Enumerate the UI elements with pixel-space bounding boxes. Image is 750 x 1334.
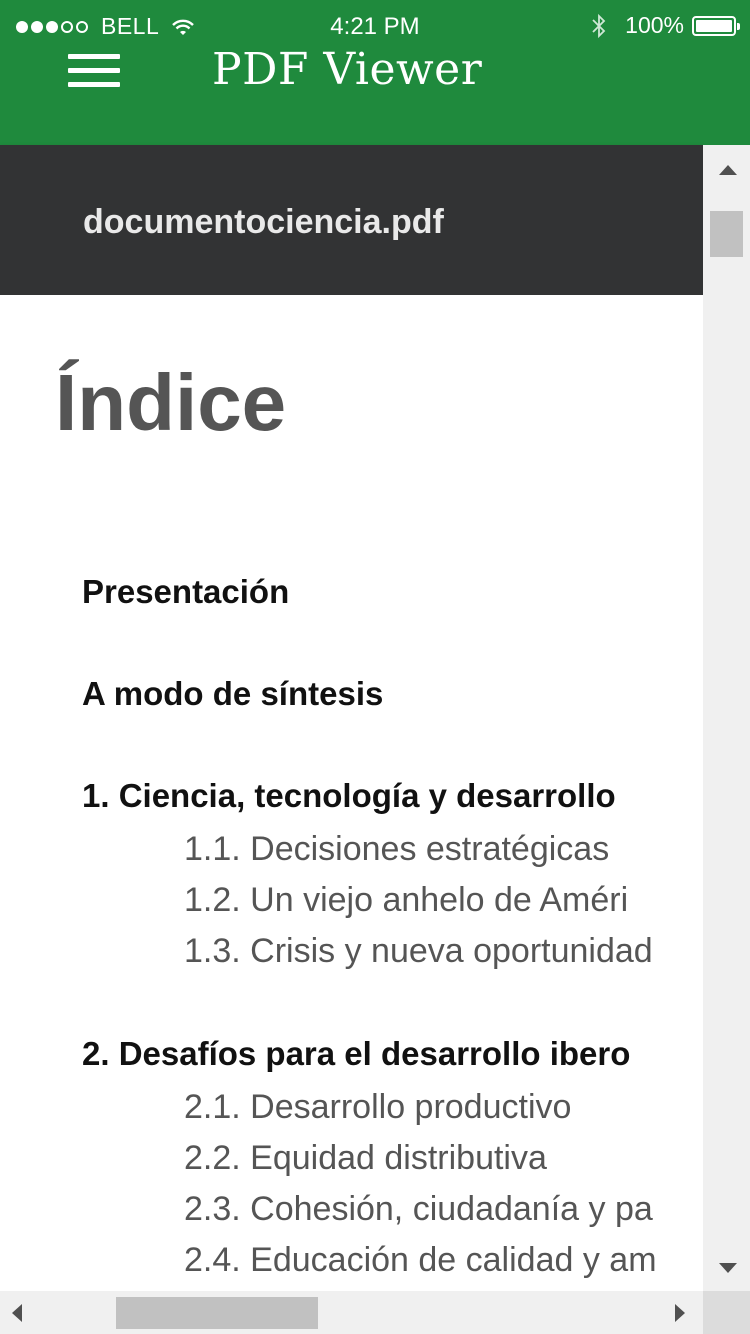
document-header: documentociencia.pdf xyxy=(0,145,703,295)
battery-percent: 100% xyxy=(625,12,684,38)
scroll-left-icon[interactable] xyxy=(12,1304,22,1322)
scrollbar-corner xyxy=(703,1291,750,1334)
menu-icon[interactable] xyxy=(68,54,120,88)
vertical-scroll-thumb[interactable] xyxy=(710,211,743,257)
toc-entry[interactable]: A modo de síntesis xyxy=(82,675,383,713)
page-heading: Índice xyxy=(55,358,287,447)
battery-icon xyxy=(692,15,740,36)
scroll-down-icon[interactable] xyxy=(719,1263,737,1273)
app-bar: BELL 4:21 PM 100% PDF Viewer xyxy=(0,0,750,145)
status-right: 100% xyxy=(591,12,740,39)
toc-subentry[interactable]: 2.3. Cohesión, ciudadanía y pa xyxy=(184,1190,653,1229)
toc-subentry[interactable]: 1.1. Decisiones estratégicas xyxy=(184,830,609,869)
toc-subentry[interactable]: 2.1. Desarrollo productivo xyxy=(184,1088,571,1127)
toc-entry[interactable]: 2. Desafíos para el desarrollo ibero xyxy=(82,1035,630,1073)
bluetooth-icon xyxy=(592,13,606,38)
toc-subentry[interactable]: 1.3. Crisis y nueva oportunidad xyxy=(184,932,653,971)
vertical-scrollbar[interactable] xyxy=(703,145,750,1291)
pdf-page[interactable]: Índice Presentación A modo de síntesis 1… xyxy=(0,295,703,1291)
toc-entry[interactable]: Presentación xyxy=(82,573,289,611)
toc-entry[interactable]: 1. Ciencia, tecnología y desarrollo xyxy=(82,777,616,815)
app-title: PDF Viewer xyxy=(212,44,483,95)
toc-subentry[interactable]: 2.4. Educación de calidad y am xyxy=(184,1241,657,1280)
scroll-up-icon[interactable] xyxy=(719,165,737,175)
toc-subentry[interactable]: 1.2. Un viejo anhelo de Améri xyxy=(184,881,628,920)
toc-subentry[interactable]: 2.2. Equidad distributiva xyxy=(184,1139,547,1178)
document-file-name: documentociencia.pdf xyxy=(83,203,444,241)
horizontal-scroll-thumb[interactable] xyxy=(116,1297,318,1329)
scroll-right-icon[interactable] xyxy=(675,1304,685,1322)
horizontal-scrollbar[interactable] xyxy=(0,1291,703,1334)
